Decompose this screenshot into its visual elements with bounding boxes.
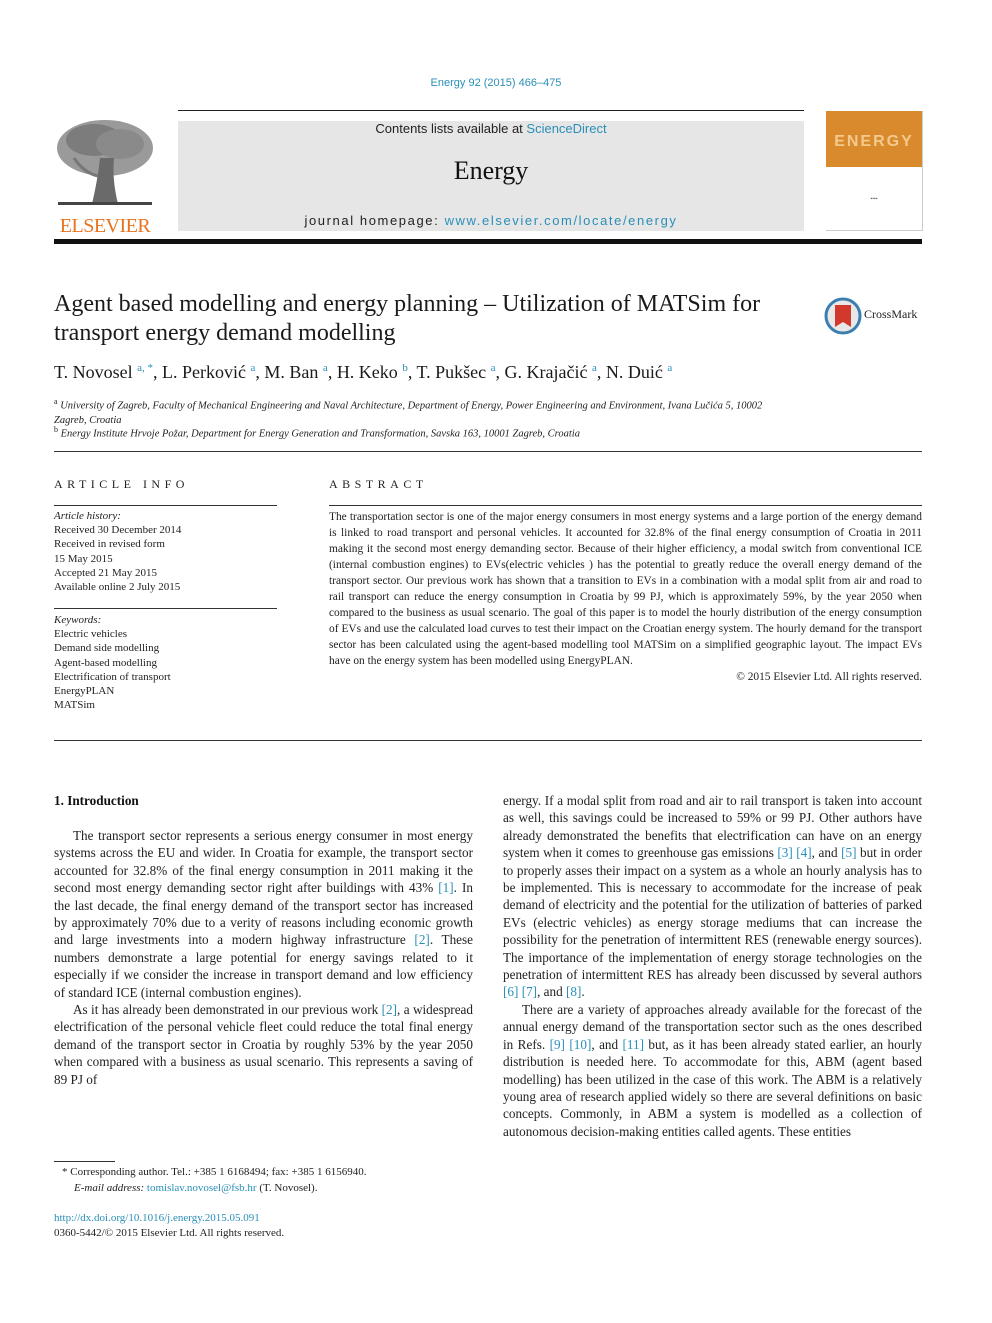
author[interactable]: L. Perković a	[162, 362, 255, 382]
paragraph: The transport sector represents a seriou…	[54, 828, 474, 1000]
contents-prefix: Contents lists available at	[375, 121, 527, 136]
citation-link[interactable]: [4]	[796, 845, 811, 860]
history-item: Received 30 December 2014	[54, 524, 182, 537]
keyword-item: MATSim	[54, 699, 95, 712]
citation-link[interactable]: [9]	[550, 1037, 565, 1052]
journal-citation-link[interactable]: Energy 92 (2015) 466–475	[0, 77, 992, 89]
elsevier-logo[interactable]: ELSEVIER	[54, 118, 156, 237]
paragraph: There are a variety of approaches alread…	[503, 1001, 922, 1139]
keywords-label: Keywords:	[54, 614, 102, 626]
section-heading-introduction: 1. Introduction	[54, 793, 139, 808]
email-label: E-mail address:	[74, 1181, 145, 1194]
citation-link[interactable]: [6]	[503, 984, 518, 999]
journal-homepage-link[interactable]: www.elsevier.com/locate/energy	[445, 213, 678, 228]
author-list: T. Novosel a, *, L. Perković a, M. Ban a…	[54, 362, 673, 382]
keywords: Keywords: Electric vehicles Demand side …	[54, 613, 277, 712]
keyword-item: Agent-based modelling	[54, 656, 157, 669]
author[interactable]: T. Pukšec a	[417, 362, 496, 382]
cover-banner: ENERGY	[826, 111, 922, 167]
issn-copyright: 0360-5442/© 2015 Elsevier Ltd. All right…	[54, 1227, 285, 1239]
author[interactable]: T. Novosel a, *	[54, 362, 153, 382]
history-item: Available online 2 July 2015	[54, 581, 181, 594]
affiliation-b: b Energy Institute Hrvoje Požar, Departm…	[54, 425, 580, 440]
abstract-body: The transportation sector is one of the …	[329, 509, 922, 685]
email-link[interactable]: tomislav.novosel@fsb.hr	[147, 1182, 257, 1194]
elsevier-wordmark: ELSEVIER	[59, 215, 151, 237]
contents-line: Contents lists available at ScienceDirec…	[178, 121, 804, 136]
body-column-left: The transport sector represents a seriou…	[54, 827, 473, 1088]
article-title: Agent based modelling and energy plannin…	[54, 291, 761, 346]
article-history: Article history: Received 30 December 20…	[54, 509, 277, 594]
citation-link[interactable]: [11]	[623, 1037, 644, 1052]
elsevier-tree-icon	[54, 118, 156, 210]
citation-link[interactable]: [8]	[566, 984, 581, 999]
citation-link[interactable]: [1]	[438, 880, 453, 895]
citation-link[interactable]: [2]	[414, 932, 429, 947]
abstract-copyright: © 2015 Elsevier Ltd. All rights reserved…	[736, 671, 922, 683]
doi-block: http://dx.doi.org/10.1016/j.energy.2015.…	[54, 1211, 284, 1241]
section-divider	[54, 451, 922, 452]
history-item: Received in revised form	[54, 538, 165, 551]
footnote-marker: *	[62, 1166, 68, 1178]
keyword-item: Demand side modelling	[54, 642, 160, 655]
keyword-item: Electric vehicles	[54, 628, 127, 641]
sciencedirect-link[interactable]: ScienceDirect	[526, 121, 606, 136]
journal-homepage-line: journal homepage: www.elsevier.com/locat…	[178, 213, 804, 228]
author[interactable]: M. Ban a	[264, 362, 327, 382]
journal-name: Energy	[453, 156, 529, 185]
paragraph: energy. If a modal split from road and a…	[503, 793, 922, 1000]
cover-title: ENERGY	[834, 133, 914, 150]
footnote-rule	[54, 1161, 115, 1162]
keywords-rule	[54, 608, 277, 609]
body-column-right: energy. If a modal split from road and a…	[503, 792, 922, 1140]
citation-link[interactable]: [5]	[841, 845, 856, 860]
history-item: 15 May 2015	[54, 552, 113, 565]
doi-link[interactable]: http://dx.doi.org/10.1016/j.energy.2015.…	[54, 1212, 260, 1224]
article-info-heading: ARTICLE INFO	[54, 477, 189, 491]
crossmark-badge[interactable]: CrossMark	[824, 295, 924, 335]
cover-publisher-mark: ▪▪▪▪	[870, 197, 878, 202]
citation-link[interactable]: [2]	[382, 1002, 397, 1017]
paragraph: As it has already been demonstrated in o…	[54, 1002, 473, 1087]
author[interactable]: H. Keko b	[337, 362, 408, 382]
abstract-heading: ABSTRACT	[329, 477, 428, 491]
header-bottom-rule	[54, 239, 922, 244]
keyword-item: Electrification of transport	[54, 670, 171, 683]
citation-link[interactable]: [3]	[777, 845, 792, 860]
citation-link[interactable]: [10]	[569, 1037, 591, 1052]
keyword-item: EnergyPLAN	[54, 685, 115, 698]
corresponding-author-footnote: * Corresponding author. Tel.: +385 1 616…	[54, 1165, 366, 1196]
author[interactable]: G. Krajačić a	[505, 362, 597, 382]
history-item: Accepted 21 May 2015	[54, 566, 157, 579]
email-suffix: (T. Novosel).	[256, 1181, 318, 1194]
journal-cover-thumbnail[interactable]: ENERGY ▪▪▪▪	[826, 111, 923, 231]
crossmark-label: CrossMark	[864, 307, 918, 321]
front-matter-end-rule	[54, 740, 922, 741]
crossmark-icon	[824, 297, 862, 335]
header-top-rule	[178, 110, 804, 111]
homepage-prefix: journal homepage:	[304, 213, 445, 228]
abstract-rule	[329, 505, 922, 506]
abstract-text: The transportation sector is one of the …	[329, 511, 922, 667]
article-info-rule	[54, 505, 277, 506]
citation-link[interactable]: [7]	[522, 984, 537, 999]
author[interactable]: N. Duić a	[606, 362, 672, 382]
article-history-label: Article history:	[54, 510, 121, 522]
corresponding-author-text: Corresponding author. Tel.: +385 1 61684…	[70, 1166, 367, 1178]
